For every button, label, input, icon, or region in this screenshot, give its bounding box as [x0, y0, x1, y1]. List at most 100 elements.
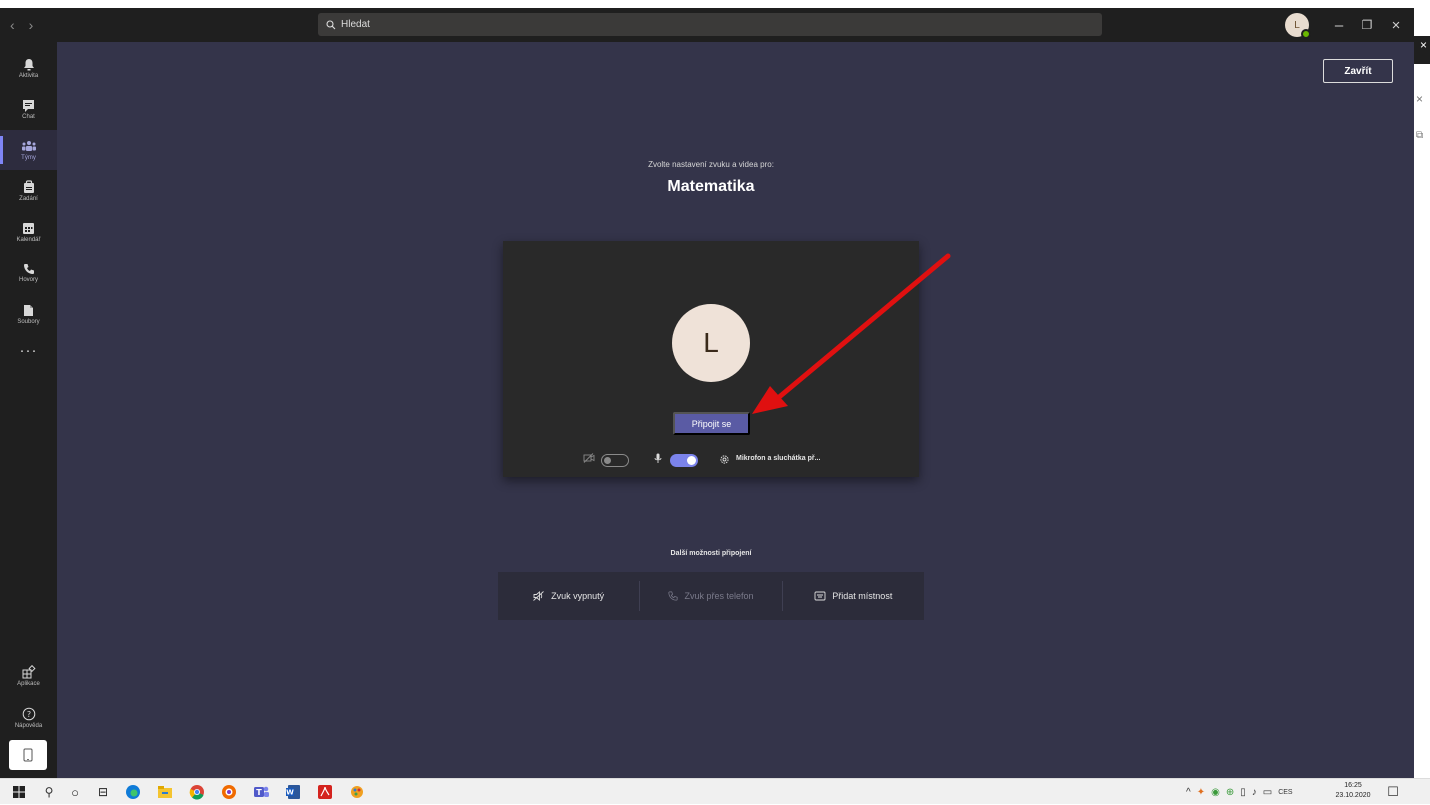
prejoin-screen: Zavřít Zvolte nastavení zvuku a videa pr…: [57, 42, 1414, 778]
battery-icon[interactable]: ▯: [1240, 787, 1246, 798]
files-icon: [24, 304, 33, 316]
sidebar-item-label: Aktivita: [18, 72, 39, 79]
user-avatar-initial: L: [1294, 19, 1300, 31]
sidebar-item-soubory[interactable]: Soubory: [0, 294, 57, 334]
search-placeholder: Hledat: [341, 19, 370, 30]
mobile-device-icon: [23, 748, 33, 762]
bell-icon: [23, 58, 34, 70]
join-options: Zvuk vypnutý Zvuk přes telefon Přidat mí…: [498, 572, 924, 620]
audio-device-select[interactable]: Mikrofon a sluchátka př...: [736, 455, 820, 462]
volume-icon[interactable]: ♪: [1252, 787, 1257, 798]
gear-icon[interactable]: [719, 454, 730, 465]
camera-toggle[interactable]: [601, 454, 629, 467]
help-icon: ?: [22, 707, 35, 721]
system-tray: ^ ✦ ◉ ⊕ ▯ ♪ ▭ CES: [1186, 779, 1293, 805]
minimize-button[interactable]: –: [1324, 8, 1354, 42]
av-controls: Mikrofon a sluchátka př...: [503, 451, 919, 469]
file-explorer-icon[interactable]: [152, 779, 178, 805]
search-icon[interactable]: ⚲: [36, 779, 62, 805]
apps-icon: [22, 665, 36, 679]
device-button[interactable]: [9, 740, 47, 770]
paint-icon[interactable]: [344, 779, 370, 805]
teams-icon: [21, 140, 36, 151]
chat-icon: [23, 99, 34, 112]
tray-app-icon[interactable]: ✦: [1197, 787, 1205, 798]
microphone-icon: [654, 453, 662, 463]
sidebar-item-aktivita[interactable]: Aktivita: [0, 48, 57, 88]
clock-date: 23.10.2020: [1335, 792, 1371, 799]
chrome-icon[interactable]: [184, 779, 210, 805]
window-close-button[interactable]: ×: [1381, 8, 1411, 42]
phone-audio-label: Zvuk přes telefon: [684, 591, 754, 601]
tray-network-icon[interactable]: ⊕: [1226, 787, 1234, 798]
sidebar-item-kalendar[interactable]: Kalendář: [0, 212, 57, 252]
phone-audio-option: Zvuk přes telefon: [640, 572, 781, 620]
teams-icon[interactable]: T: [248, 779, 274, 805]
edge-icon[interactable]: [120, 779, 146, 805]
meeting-title: Matematika: [667, 178, 755, 195]
sidebar-item-napoveda[interactable]: ? Nápověda: [0, 698, 57, 738]
add-room-option[interactable]: Přidat místnost: [783, 572, 924, 620]
cortana-icon[interactable]: ○: [62, 779, 88, 805]
word-icon[interactable]: W: [280, 779, 306, 805]
clock-time: 16:25: [1344, 782, 1362, 789]
video-preview: L Připojit se Mikrofon a sluchátka př...: [503, 241, 919, 477]
history-nav: ‹ ›: [10, 8, 33, 42]
more-apps-button[interactable]: ···: [0, 342, 57, 359]
assignments-icon: [23, 180, 34, 193]
language-indicator[interactable]: CES: [1278, 789, 1292, 796]
sidebar-item-aplikace[interactable]: Aplikace: [0, 656, 57, 696]
room-icon: [814, 591, 826, 601]
chevron-right-icon[interactable]: ›: [29, 17, 34, 33]
sidebar-item-label: Soubory: [17, 318, 40, 325]
svg-text:W: W: [286, 789, 294, 797]
task-view-icon[interactable]: ⊟: [90, 779, 116, 805]
tray-security-icon[interactable]: ◉: [1211, 787, 1220, 798]
background-window: [1414, 0, 1430, 778]
svg-text:T: T: [256, 788, 262, 797]
sidebar-item-zadani[interactable]: Zadání: [0, 171, 57, 211]
chevron-left-icon[interactable]: ‹: [10, 17, 15, 33]
microphone-toggle[interactable]: [670, 454, 698, 467]
display-icon[interactable]: ▭: [1263, 787, 1272, 798]
background-copy-icon: ⧉: [1416, 130, 1424, 141]
sidebar-item-tymy[interactable]: Týmy: [0, 130, 57, 170]
screen: ‹ › Hledat L – ❐ × × × ⧉ Aktivita Chat T…: [0, 0, 1430, 804]
close-button[interactable]: Zavřít: [1323, 59, 1393, 83]
phone-icon: [23, 264, 34, 274]
notifications-icon[interactable]: ☐: [1380, 779, 1406, 805]
sidebar-item-label: Nápověda: [14, 723, 43, 729]
close-icon: ×: [1391, 16, 1401, 34]
prejoin-prompt: Zvolte nastavení zvuku a videa pro:: [648, 160, 774, 169]
calendar-icon: [23, 222, 34, 234]
add-room-label: Přidat místnost: [832, 591, 893, 601]
restore-button[interactable]: ❐: [1352, 8, 1382, 42]
svg-text:?: ?: [26, 710, 30, 719]
sidebar-item-hovory[interactable]: Hovory: [0, 253, 57, 293]
user-avatar[interactable]: L: [1285, 13, 1311, 39]
acrobat-icon[interactable]: [312, 779, 338, 805]
join-button[interactable]: Připojit se: [673, 412, 750, 435]
sidebar-item-chat[interactable]: Chat: [0, 89, 57, 129]
app-rail: Aktivita Chat Týmy Zadání Kalendář Hovor…: [0, 42, 57, 778]
search-icon: [326, 19, 336, 29]
system-clock[interactable]: 16:25 23.10.2020: [1330, 781, 1376, 801]
windows-start-icon[interactable]: [6, 779, 32, 805]
sidebar-item-label: Zadání: [19, 196, 38, 202]
avatar: L: [672, 304, 750, 382]
taskbar: ⚲ ○ ⊟ T W ^ ✦ ◉ ⊕ ▯ ♪ ▭ CES 16:25 23.10.…: [0, 778, 1430, 804]
sidebar-item-label: Hovory: [18, 277, 38, 283]
title-bar: ‹ › Hledat L – ❐ ×: [0, 8, 1414, 42]
background-window-close[interactable]: ×: [1414, 36, 1430, 64]
audio-off-option[interactable]: Zvuk vypnutý: [498, 572, 639, 620]
phone-icon: [668, 591, 679, 601]
restore-icon: ❐: [1361, 18, 1373, 32]
background-close-icon: ×: [1416, 92, 1424, 106]
search-input[interactable]: Hledat: [318, 13, 1102, 36]
speaker-off-icon: [533, 591, 544, 601]
chevron-up-icon[interactable]: ^: [1186, 787, 1191, 798]
more-options-title: Další možnosti připojení: [670, 550, 752, 557]
browser-icon[interactable]: [216, 779, 242, 805]
sidebar-item-label: Týmy: [21, 154, 36, 161]
presence-available-icon: [1301, 29, 1311, 39]
